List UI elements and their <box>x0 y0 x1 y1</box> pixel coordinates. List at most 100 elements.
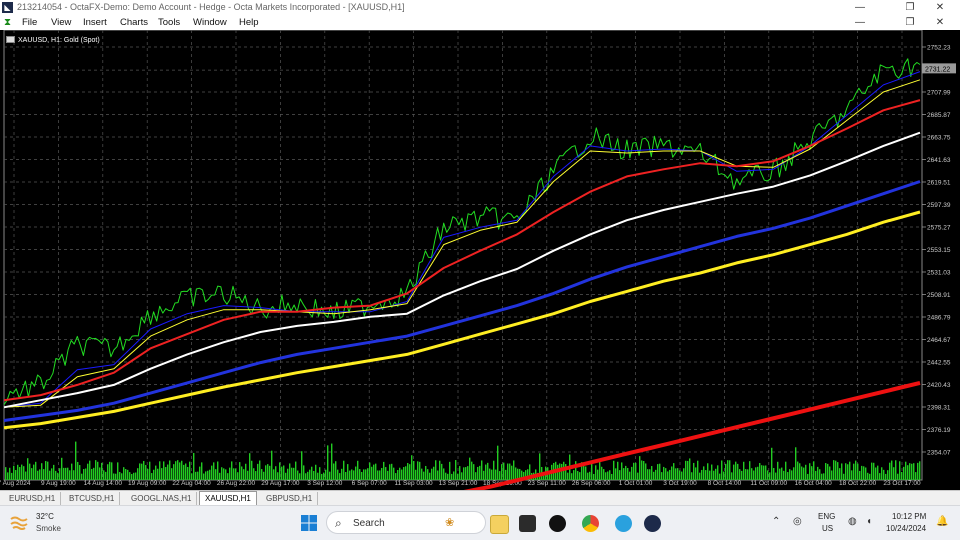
chart-area[interactable]: 2752.232729.512707.992685.872663.752641.… <box>0 29 960 499</box>
volume-bar <box>917 462 919 480</box>
input-region[interactable]: US <box>822 524 833 533</box>
volume-bar <box>425 465 427 480</box>
menu-file[interactable]: File <box>22 17 37 28</box>
volume-bar <box>593 473 595 480</box>
menu-insert[interactable]: Insert <box>83 17 107 28</box>
wifi-icon[interactable]: ◍ <box>848 516 857 527</box>
volume-bar <box>469 457 471 480</box>
volume-bar <box>387 470 389 480</box>
volume-bar <box>133 472 135 480</box>
chart-window-icon[interactable]: ⧗ <box>4 17 14 28</box>
volume-bar <box>239 462 241 480</box>
mdi-restore-button[interactable]: ❐ <box>895 15 925 30</box>
volume-bar <box>705 470 707 480</box>
tab-xauusd[interactable]: XAUUSD,H1 <box>199 491 257 505</box>
volume-bar <box>429 472 431 480</box>
volume-bar <box>231 461 233 480</box>
volume-bar <box>153 469 155 480</box>
volume-bar <box>329 471 331 480</box>
volume-bar <box>363 469 365 480</box>
volume-bar <box>741 470 743 480</box>
volume-bar <box>111 462 113 480</box>
tab-btcusd[interactable]: BTCUSD,H1 <box>64 492 121 505</box>
tray-chevron-icon[interactable]: ⌃ <box>772 516 780 527</box>
volume-bar <box>735 461 737 480</box>
taskbar-date[interactable]: 10/24/2024 <box>886 524 926 533</box>
volume-bar <box>609 470 611 480</box>
volume-bar <box>761 465 763 480</box>
volume-bar <box>347 464 349 480</box>
menu-view[interactable]: View <box>51 17 71 28</box>
volume-bar <box>895 460 897 480</box>
volume-bar <box>505 469 507 480</box>
volume-bar <box>293 467 295 480</box>
volume-bar <box>47 461 49 480</box>
volume-bar <box>285 472 287 480</box>
volume-bar <box>795 447 797 480</box>
volume-bar <box>641 460 643 480</box>
volume-bar <box>843 473 845 480</box>
volume-bar <box>775 472 777 480</box>
search-placeholder: Search <box>353 518 385 529</box>
windows-start-icon[interactable] <box>301 515 317 531</box>
volume-bar <box>357 460 359 480</box>
volume-bar <box>763 465 765 480</box>
volume-bar <box>757 466 759 480</box>
x-tick-label: 29 Aug 17:00 <box>261 480 300 487</box>
volume-bar <box>379 470 381 480</box>
telegram-icon[interactable] <box>615 515 632 532</box>
input-language[interactable]: ENG <box>818 512 835 521</box>
volume-bar <box>385 467 387 480</box>
volume-bar <box>37 470 39 480</box>
volume-bar <box>907 465 909 480</box>
volume-bar <box>283 465 285 480</box>
mdi-close-button[interactable]: ✕ <box>925 15 955 30</box>
tray-app-icon[interactable]: ◎ <box>793 516 802 527</box>
weather-temperature[interactable]: 32°C <box>36 512 54 521</box>
volume-bar <box>313 470 315 480</box>
volume-bar <box>75 441 77 480</box>
volume-bar <box>889 462 891 480</box>
volume-bar <box>865 467 867 480</box>
close-button[interactable]: ✕ <box>925 0 955 15</box>
menu-help[interactable]: Help <box>239 17 259 28</box>
restore-button[interactable]: ❐ <box>895 0 925 15</box>
minimize-button[interactable]: — <box>845 0 875 15</box>
volume-bar <box>683 468 685 480</box>
chrome-icon[interactable] <box>582 515 599 532</box>
volume-bar <box>685 460 687 480</box>
weather-condition[interactable]: Smoke <box>36 524 61 533</box>
volume-bar <box>723 471 725 480</box>
volume-bar <box>15 470 17 480</box>
menu-tools[interactable]: Tools <box>158 17 180 28</box>
menu-window[interactable]: Window <box>193 17 227 28</box>
tab-gbpusd[interactable]: GBPUSD,H1 <box>261 492 319 505</box>
file-explorer-icon[interactable] <box>490 515 509 534</box>
taskbar-time[interactable]: 10:12 PM <box>892 512 926 521</box>
volume-bar <box>701 469 703 480</box>
terminal-icon[interactable] <box>519 515 536 532</box>
volume-bar <box>93 467 95 480</box>
notification-bell-icon[interactable]: 🔔 <box>936 516 948 527</box>
volume-bar <box>207 470 209 480</box>
weather-smoke-icon[interactable] <box>10 514 28 530</box>
volume-bar <box>689 458 691 480</box>
media-player-icon[interactable] <box>549 515 566 532</box>
octafx-app-icon[interactable] <box>644 515 661 532</box>
taskbar-search-box[interactable]: ⌕ Search ❀ <box>326 511 486 534</box>
volume-bar <box>827 463 829 480</box>
tab-eurusd[interactable]: EURUSD,H1 <box>4 492 62 505</box>
menu-charts[interactable]: Charts <box>120 17 148 28</box>
volume-bar <box>699 472 701 480</box>
volume-bar <box>87 463 89 480</box>
tab-googl[interactable]: GOOGL.NAS,H1 <box>126 492 198 505</box>
y-tick-label: 2641.63 <box>927 157 951 164</box>
volume-bar <box>103 470 105 480</box>
mdi-minimize-button[interactable]: — <box>845 15 875 30</box>
price-chart[interactable]: 2752.232729.512707.992685.872663.752641.… <box>0 29 960 499</box>
volume-bar <box>909 463 911 480</box>
window-title: 213214054 - OctaFX-Demo: Demo Account - … <box>17 2 405 12</box>
volume-bar <box>573 470 575 480</box>
volume-bar <box>619 470 621 480</box>
volume-icon[interactable]: ◖ <box>866 516 872 527</box>
